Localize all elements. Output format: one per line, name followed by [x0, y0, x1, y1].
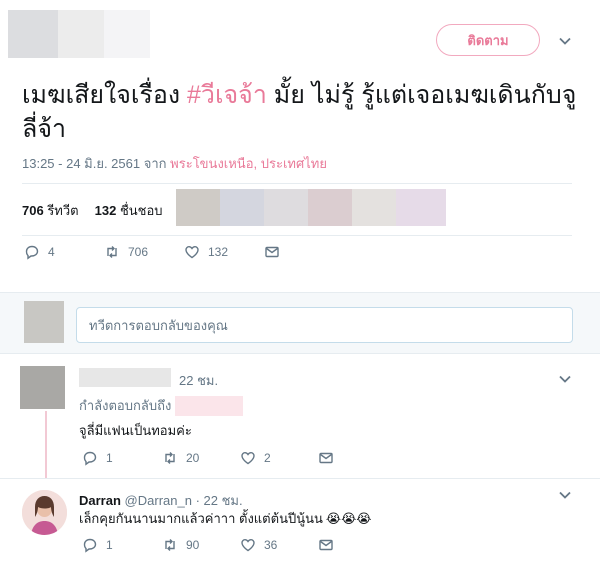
retweet-stat[interactable]: 706 รีทวีต [22, 200, 79, 221]
crying-emoji: 😭😭😭 [325, 510, 372, 526]
retweet-count: 20 [186, 451, 200, 465]
like-button[interactable]: 132 [184, 244, 264, 260]
retweet-icon [165, 452, 175, 464]
like-button[interactable]: 2 [240, 450, 318, 466]
chevron-down-icon[interactable] [555, 485, 575, 505]
avatar[interactable] [22, 490, 67, 535]
follow-button[interactable]: ติดตาม [436, 24, 540, 56]
chevron-down-icon[interactable] [555, 369, 575, 389]
tweet-meta: 13:25 - 24 มิ.ย. 2561 จาก พระโขนงเหนือ, … [22, 153, 327, 174]
reply-button[interactable]: 1 [82, 537, 162, 553]
reply-author-blurred[interactable] [79, 368, 171, 387]
like-count: 132 [208, 245, 229, 259]
retweet-stat-label: รีทวีต [47, 203, 79, 218]
chevron-down-icon[interactable] [555, 31, 575, 51]
like-count: 2 [264, 451, 271, 465]
direct-message-button[interactable] [318, 450, 334, 466]
retweet-button[interactable]: 20 [162, 450, 240, 466]
reply-icon [25, 245, 39, 260]
divider [22, 235, 572, 236]
reply-count: 1 [106, 538, 113, 552]
reply-actions: 1 90 36 [82, 537, 334, 553]
like-button[interactable]: 36 [240, 537, 318, 553]
like-stat[interactable]: 132 ชื่นชอบ [95, 200, 163, 221]
liker-avatar[interactable] [308, 189, 352, 226]
reply-count: 4 [48, 245, 55, 259]
tweet-timestamp[interactable]: 13:25 - 24 มิ.ย. 2561 [22, 156, 140, 171]
reply-count: 1 [106, 451, 113, 465]
retweet-button[interactable]: 90 [162, 537, 240, 553]
tweet-actions: 4 706 132 [24, 244, 280, 260]
like-stat-label: ชื่นชอบ [119, 203, 163, 218]
location-link[interactable]: พระโขนงเหนือ, ประเทศไทย [170, 156, 327, 171]
from-label: จาก [143, 156, 167, 171]
author-handle-blurred [104, 10, 150, 58]
reply-timestamp[interactable]: 22 ชม. [179, 370, 218, 391]
tweet-text: เมฆเสียใจเรื่อง #วีเจจ้า มั้ย ไม่รู้ รู้… [22, 78, 582, 146]
retweet-count: 90 [186, 538, 200, 552]
reply-timestamp[interactable]: · 22 ชม. [196, 493, 243, 508]
replying-to-label: กำลังตอบกลับถึง [79, 398, 172, 413]
heart-icon [241, 451, 255, 465]
hashtag-link[interactable]: #วีเจจ้า [187, 81, 267, 109]
author-handle: @Darran_n [124, 493, 192, 508]
reply-text-body: เล็กคุยกันนานมากแล้วค่าาา ตั้งแต่ต้นปีนู… [79, 511, 323, 526]
reply-text: จูลี่มีแฟนเป็นทอมค่ะ [79, 423, 192, 438]
liker-avatar[interactable] [396, 189, 446, 226]
envelope-icon [319, 452, 333, 464]
heart-icon [185, 245, 199, 259]
direct-message-button[interactable] [264, 244, 280, 260]
author-name-blurred [58, 10, 104, 58]
replying-to: กำลังตอบกลับถึง [79, 395, 244, 416]
like-count: 36 [264, 538, 278, 552]
liker-avatar[interactable] [264, 189, 308, 226]
reply-actions: 1 20 2 [82, 450, 334, 466]
reply-button[interactable]: 4 [24, 244, 104, 260]
reply-text: เล็กคุยกันนานมากแล้วค่าาา ตั้งแต่ต้นปีนู… [79, 508, 371, 529]
retweet-count: 706 [128, 245, 149, 259]
user-avatar [24, 301, 64, 343]
retweet-stat-count: 706 [22, 203, 44, 218]
reply-input[interactable]: ทวีตการตอบกลับของคุณ [76, 307, 573, 343]
tweet-text-start: เมฆเสียใจเรื่อง [22, 81, 188, 109]
liker-avatar[interactable] [352, 189, 396, 226]
replying-to-handle-blurred[interactable] [175, 395, 244, 416]
like-stat-count: 132 [94, 203, 117, 218]
reply-avatar-blurred[interactable] [20, 366, 65, 409]
reply-icon [83, 451, 97, 466]
envelope-icon [265, 246, 279, 258]
retweet-icon [165, 539, 175, 551]
author-display-name: Darran [79, 493, 121, 508]
liker-avatar[interactable] [176, 189, 220, 226]
liker-avatar[interactable] [220, 189, 264, 226]
retweet-icon [107, 246, 117, 258]
divider [22, 183, 572, 184]
direct-message-button[interactable] [318, 537, 334, 553]
retweet-button[interactable]: 706 [104, 244, 184, 260]
envelope-icon [319, 539, 333, 551]
tweet-stats: 706 รีทวีต 132 ชื่นชอบ [22, 200, 163, 221]
reply-button[interactable]: 1 [82, 450, 162, 466]
author-avatar-blurred[interactable] [8, 10, 58, 58]
heart-icon [241, 538, 255, 552]
divider [0, 478, 600, 479]
reply-icon [83, 538, 97, 553]
thread-connector [45, 411, 47, 478]
